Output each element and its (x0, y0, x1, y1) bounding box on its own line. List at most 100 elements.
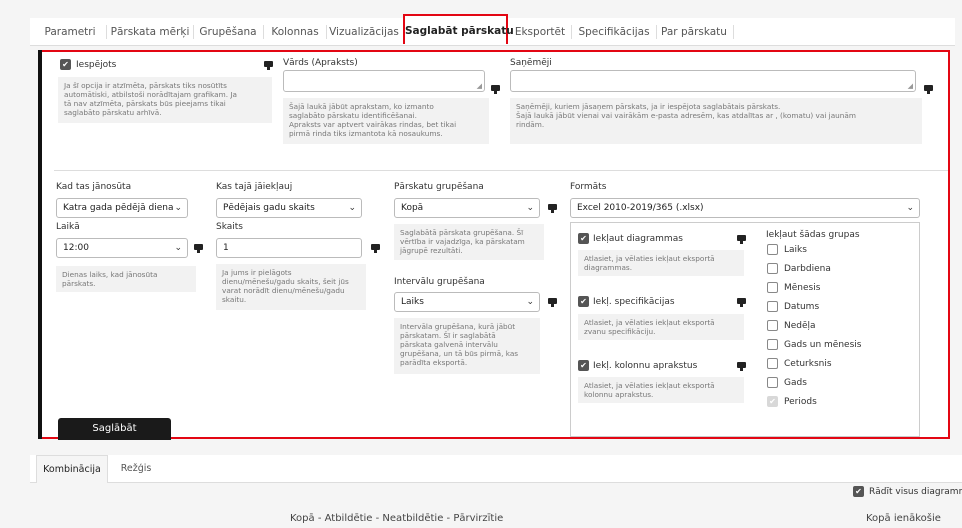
count-hint: Ja jums ir pielāgots dienu/mēnešu/gadu s… (216, 264, 366, 310)
option-include-charts-label: Iekļaut diagrammas (593, 234, 683, 244)
help-icon[interactable] (194, 244, 203, 253)
grouping-select[interactable]: Kopā ⌄ (394, 198, 540, 218)
tab-divider (733, 25, 734, 39)
group-checkbox[interactable] (767, 320, 778, 331)
chevron-down-icon: ⌄ (174, 203, 182, 213)
chevron-down-icon: ⌄ (526, 203, 534, 213)
show-all-charts-label: Rādīt visus diagramm (869, 487, 962, 497)
option-include-charts-hint: Atlasiet, ja vēlaties iekļaut eksportā d… (578, 250, 744, 276)
view-tab-bar: Kombinācija Režģis (30, 455, 962, 483)
enabled-hint: Ja šī opcija ir atzīmēta, pārskats tiks … (58, 77, 272, 123)
time-select[interactable]: 12:00 ⌄ (56, 238, 188, 258)
recipients-label: Saņēmēji (510, 58, 552, 68)
save-button[interactable]: Saglābāt (58, 418, 171, 440)
tab-grouping[interactable]: Grupēšana (196, 18, 260, 46)
tab-specifications[interactable]: Specifikācijas (574, 18, 654, 46)
recipients-textarea[interactable]: ◢ (510, 70, 916, 92)
tab-divider (656, 25, 657, 39)
tab-columns[interactable]: Kolonnas (266, 18, 324, 46)
tab-export[interactable]: Eksportēt (512, 18, 568, 46)
help-icon[interactable] (491, 85, 500, 94)
send-when-value: Katra gada pēdējā diena (63, 203, 174, 213)
help-icon[interactable] (737, 362, 746, 371)
interval-select[interactable]: Laiks ⌄ (394, 292, 540, 312)
help-icon[interactable] (737, 235, 746, 244)
group-checkbox[interactable] (767, 282, 778, 293)
group-label: Gads un mēnesis (784, 340, 862, 350)
group-label: Laiks (784, 245, 807, 255)
option-include-column-desc-hint: Atlasiet, ja vēlaties iekļaut eksportā k… (578, 377, 744, 403)
count-label: Skaits (216, 222, 243, 232)
count-input[interactable]: 1 (216, 238, 362, 258)
group-checkbox[interactable] (767, 301, 778, 312)
include-value: Pēdējais gadu skaits (223, 203, 315, 213)
group-label: Periods (784, 397, 817, 407)
group-checkbox[interactable] (767, 244, 778, 255)
option-include-specs-label: Iekļ. specifikācijas (593, 297, 675, 307)
tab-grid[interactable]: Režģis (112, 455, 160, 483)
option-include-column-desc-label: Iekļ. kolonnu aprakstus (593, 361, 698, 371)
group-checkbox[interactable] (767, 339, 778, 350)
time-hint: Dienas laiks, kad jānosūta pārskats. (56, 266, 196, 292)
format-label: Formāts (570, 182, 607, 192)
option-checkbox[interactable]: ✔ (578, 296, 589, 307)
option-checkbox[interactable]: ✔ (578, 233, 589, 244)
name-textarea[interactable]: ◢ (283, 70, 485, 92)
tab-divider (106, 25, 107, 39)
tab-report-goals[interactable]: Pārskata mērķi (110, 18, 190, 46)
group-checkbox[interactable] (767, 377, 778, 388)
enabled-label: Iespējots (76, 60, 117, 70)
grouping-label: Pārskatu grupēšana (394, 182, 484, 192)
interval-hint: Intervāla grupēšana, kurā jābūt pārskata… (394, 318, 540, 374)
resize-handle-icon[interactable]: ◢ (908, 82, 913, 90)
send-when-label: Kad tas jānosūta (56, 182, 132, 192)
show-all-charts-checkbox[interactable]: ✔ (853, 486, 864, 497)
help-icon[interactable] (924, 85, 933, 94)
include-select[interactable]: Pēdējais gadu skaits ⌄ (216, 198, 362, 218)
chevron-down-icon: ⌄ (526, 297, 534, 307)
tab-save-report[interactable]: Saglabāt pārskatu (403, 14, 514, 44)
option-include-specs-hint: Atlasiet, ja vēlaties iekļaut eksportā z… (578, 314, 744, 340)
format-value: Excel 2010-2019/365 (.xlsx) (577, 203, 704, 213)
tab-divider (326, 25, 327, 39)
group-label: Darbdiena (784, 264, 831, 274)
time-label: Laikā (56, 222, 80, 232)
tab-divider (193, 25, 194, 39)
enabled-checkbox[interactable]: ✔ (60, 59, 71, 70)
include-label: Kas tajā jāiekļauj (216, 182, 293, 192)
help-icon[interactable] (264, 61, 273, 70)
chart-title-right: Kopā ienākošie (866, 513, 941, 524)
tab-combination[interactable]: Kombinācija (36, 455, 108, 483)
group-label: Gads (784, 378, 807, 388)
chevron-down-icon: ⌄ (348, 203, 356, 213)
name-label: Vārds (Apraksts) (283, 58, 358, 68)
group-checkbox[interactable] (767, 358, 778, 369)
grouping-value: Kopā (401, 203, 424, 213)
group-label: Mēnesis (784, 283, 821, 293)
resize-handle-icon[interactable]: ◢ (477, 82, 482, 90)
group-label: Datums (784, 302, 820, 312)
help-icon[interactable] (737, 298, 746, 307)
name-hint: Šajā laukā jābūt aprakstam, ko izmanto s… (283, 98, 489, 144)
tab-parameters[interactable]: Parametri (38, 18, 102, 46)
interval-label: Intervālu grupēšana (394, 277, 485, 287)
tab-about-report[interactable]: Par pārskatu (658, 18, 730, 46)
help-icon[interactable] (548, 204, 557, 213)
group-checkbox-disabled: ✔ (767, 396, 778, 407)
tab-visualizations[interactable]: Vizualizācijas (328, 18, 400, 46)
time-value: 12:00 (63, 243, 89, 253)
group-label: Nedēļa (784, 321, 816, 331)
send-when-select[interactable]: Katra gada pēdējā diena ⌄ (56, 198, 188, 218)
section-divider (54, 170, 948, 171)
help-icon[interactable] (371, 244, 380, 253)
recipients-hint: Saņēmēji, kuriem jāsaņem pārskats, ja ir… (510, 98, 922, 144)
tab-divider (571, 25, 572, 39)
group-checkbox[interactable] (767, 263, 778, 274)
help-icon[interactable] (548, 298, 557, 307)
chevron-down-icon: ⌄ (906, 203, 914, 213)
interval-value: Laiks (401, 297, 424, 307)
option-checkbox[interactable]: ✔ (578, 360, 589, 371)
format-select[interactable]: Excel 2010-2019/365 (.xlsx) ⌄ (570, 198, 920, 218)
save-report-panel: ✔ Iespējots Ja šī opcija ir atzīmēta, pā… (38, 50, 950, 439)
group-label: Ceturksnis (784, 359, 832, 369)
